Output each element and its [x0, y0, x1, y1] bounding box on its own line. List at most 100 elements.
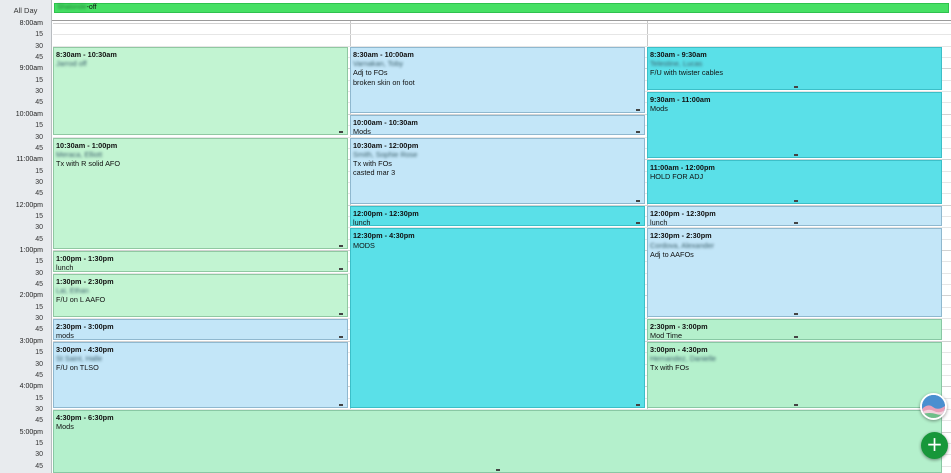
appointment-block[interactable]: 9:30am - 11:00am Mods: [647, 92, 942, 159]
appointment-time: 10:30am - 12:00pm: [353, 140, 419, 150]
patient-name: Jarrod off: [56, 58, 87, 68]
all-day-event[interactable]: Shalonde-off: [54, 3, 949, 13]
plus-icon: +: [926, 432, 943, 456]
appointment-block[interactable]: 10:30am - 1:00pm Meraca, Elliott Tx with R…: [53, 137, 348, 249]
appointment-note: F/U with twister cables: [650, 68, 723, 78]
appointment-block[interactable]: 11:00am - 12:00pm HOLD FOR ADJ: [647, 160, 942, 204]
appointment-block[interactable]: 3:00pm - 4:30pm Hernandez, Danielle Tx wit…: [647, 341, 942, 408]
quarter-label: 30: [35, 451, 43, 459]
calendar-grid[interactable]: 8:30am - 10:30am Jarrod off 10:30am - 1:00…: [53, 21, 951, 473]
appointment-time: 3:00pm - 4:30pm: [56, 344, 114, 354]
resize-handle[interactable]: [339, 335, 343, 338]
appointment-time: 2:30pm - 3:00pm: [650, 322, 708, 332]
resize-handle[interactable]: [636, 403, 640, 406]
profile-avatar-icon: [922, 395, 945, 418]
all-day-row: All Day Shalonde-off: [0, 0, 951, 21]
appointment-note: Mods: [56, 422, 74, 432]
appointment-note: broken skin on foot: [353, 77, 415, 87]
profile-avatar-button[interactable]: [920, 393, 947, 420]
appointment-note: Tx with FOs: [650, 363, 689, 373]
quarter-label: 45: [35, 235, 43, 243]
appointment-block[interactable]: 12:30pm - 4:30pm MODS: [350, 228, 645, 408]
appointment-block[interactable]: 12:00pm - 12:30pm lunch: [350, 205, 645, 227]
appointment-time: 1:30pm - 2:30pm: [56, 276, 114, 286]
appointment-block[interactable]: 3:00pm - 4:30pm St Saint, Halle F/U on TLS…: [53, 341, 348, 408]
appointment-block[interactable]: 8:30am - 10:00am Varnakan, Toby Adj to FOs…: [350, 46, 645, 113]
resize-handle[interactable]: [794, 335, 798, 338]
quarter-label: 15: [35, 122, 43, 130]
quarter-label: 15: [35, 439, 43, 447]
resize-handle[interactable]: [339, 267, 343, 270]
appointment-block[interactable]: 8:30am - 10:30am Jarrod off: [53, 46, 348, 136]
quarter-label: 15: [35, 31, 43, 39]
appointment-time: 8:30am - 9:30am: [650, 49, 707, 59]
appointment-block[interactable]: 1:30pm - 2:30pm Lai, Ethan F/U on L AAFO: [53, 273, 348, 318]
appointment-block[interactable]: 8:30am - 9:30am Telestine, Lucas F/U with …: [647, 46, 942, 91]
appointment-block[interactable]: 4:30pm - 6:30pm Mods: [53, 409, 942, 473]
quarter-label: 15: [35, 76, 43, 84]
appointment-block[interactable]: 12:30pm - 2:30pm Cordova, Alexander Adj to…: [647, 228, 942, 318]
resize-handle[interactable]: [794, 313, 798, 316]
appointment-note: HOLD FOR ADJ: [650, 172, 704, 182]
all-day-event-suffix: -off: [86, 4, 97, 11]
appointment-note: MODS: [353, 240, 375, 250]
resize-handle[interactable]: [794, 199, 798, 202]
patient-name: Smith, Sophie Rose: [353, 149, 418, 159]
quarter-label: 15: [35, 349, 43, 357]
quarter-label: 15: [35, 258, 43, 266]
resize-handle[interactable]: [794, 154, 798, 157]
hour-label: 1:00pm: [19, 247, 43, 254]
resize-handle[interactable]: [794, 86, 798, 89]
patient-name: St Saint, Halle: [56, 354, 103, 364]
resize-handle[interactable]: [636, 199, 640, 202]
appointment-time: 12:30pm - 2:30pm: [650, 231, 712, 241]
grid-line: [53, 23, 951, 24]
appointment-time: 2:30pm - 3:00pm: [56, 322, 114, 332]
appointment-time: 8:30am - 10:00am: [353, 49, 414, 59]
quarter-label: 45: [35, 190, 43, 198]
appointment-block[interactable]: 10:30am - 12:00pm Smith, Sophie Rose Tx wi…: [350, 137, 645, 204]
appointment-block[interactable]: 10:00am - 10:30am Mods: [350, 114, 645, 136]
appointment-note: lunch: [353, 217, 371, 227]
quarter-label: 15: [35, 394, 43, 402]
quarter-label: 30: [35, 360, 43, 368]
resize-handle[interactable]: [794, 403, 798, 406]
add-appointment-button[interactable]: +: [921, 432, 948, 459]
appointment-time: 12:00pm - 12:30pm: [650, 208, 716, 218]
hour-label: 4:00pm: [19, 383, 43, 391]
resize-handle[interactable]: [636, 108, 640, 111]
appointment-time: 1:00pm - 1:30pm: [56, 254, 114, 263]
appointment-time: 8:30am - 10:30am: [56, 49, 117, 59]
patient-name: Meraca, Elliott: [56, 149, 103, 159]
patient-name: Varnakan, Toby: [353, 58, 404, 68]
hour-label: 9:00am: [19, 65, 43, 73]
appointment-block[interactable]: 2:30pm - 3:00pm mods: [53, 319, 348, 340]
quarter-label: 30: [35, 224, 43, 232]
resize-handle[interactable]: [339, 245, 343, 247]
quarter-label: 30: [35, 269, 43, 277]
resize-handle[interactable]: [495, 468, 500, 471]
resize-handle[interactable]: [636, 131, 640, 134]
patient-name: Hernandez, Danielle: [650, 354, 717, 364]
quarter-label: 30: [35, 178, 43, 186]
appointment-block[interactable]: 1:00pm - 1:30pm lunch: [53, 251, 348, 272]
resize-handle[interactable]: [794, 222, 798, 225]
appointment-block[interactable]: 2:30pm - 3:00pm Mod Time: [647, 319, 942, 340]
appointment-note: mods: [56, 331, 74, 340]
all-day-label: All Day: [0, 0, 52, 21]
appointment-time: 9:30am - 11:00am: [650, 95, 711, 105]
resize-handle[interactable]: [339, 313, 343, 316]
appointment-block[interactable]: 12:00pm - 12:30pm lunch: [647, 205, 942, 227]
quarter-label: 45: [35, 417, 43, 425]
appointment-time: 3:00pm - 4:30pm: [650, 344, 708, 354]
resize-handle[interactable]: [339, 403, 343, 406]
hour-label: 3:00pm: [19, 337, 43, 345]
appointment-note: casted mar 3: [353, 168, 396, 178]
hour-label: 12:00pm: [15, 201, 43, 209]
hour-label: 8:00am: [19, 20, 43, 27]
appointment-note: lunch: [56, 263, 74, 272]
resize-handle[interactable]: [339, 131, 343, 134]
quarter-label: 15: [35, 212, 43, 220]
resize-handle[interactable]: [636, 222, 640, 225]
quarter-label: 30: [35, 133, 43, 141]
